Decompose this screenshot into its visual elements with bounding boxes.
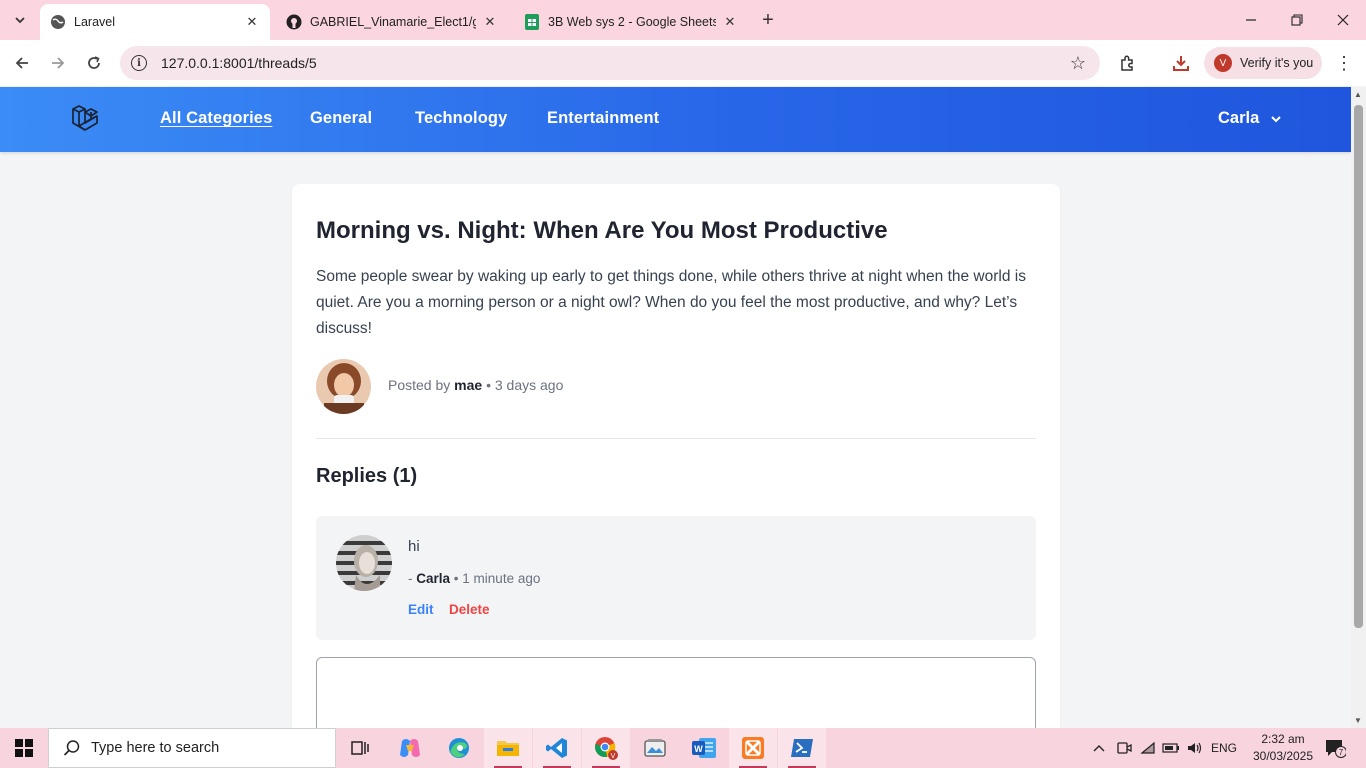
svg-text:W: W (694, 744, 703, 754)
reload-icon[interactable] (82, 51, 106, 75)
url-text[interactable]: 127.0.0.1:8001/threads/5 (161, 55, 317, 71)
github-icon (286, 14, 302, 30)
close-window-icon[interactable] (1320, 0, 1366, 40)
tab-laravel[interactable]: Laravel ✕ (40, 4, 270, 40)
thread-title: Morning vs. Night: When Are You Most Pro… (316, 217, 888, 244)
tab-google-sheets[interactable]: 3B Web sys 2 - Google Sheets ✕ (514, 4, 748, 40)
meta-separator: • (453, 571, 459, 586)
notification-center-icon[interactable]: 7 (1324, 738, 1347, 758)
taskbar-clock[interactable]: 2:32 am 30/03/2025 (1248, 731, 1318, 765)
new-tab-plus-icon[interactable]: + (756, 8, 780, 32)
svg-text:V: V (611, 753, 616, 760)
scroll-up-icon[interactable]: ▲ (1354, 90, 1362, 99)
profile-avatar: V (1214, 54, 1232, 72)
replies-heading: Replies (1) (316, 465, 418, 487)
globe-icon (50, 14, 66, 30)
posted-by-label: Posted by (388, 377, 451, 393)
tab-title: 3B Web sys 2 - Google Sheets (548, 15, 716, 29)
tab-search-chevron-icon[interactable] (8, 8, 32, 32)
site-navbar: All Categories General Technology Entert… (0, 87, 1351, 152)
file-explorer-icon[interactable] (484, 728, 532, 768)
thread-author[interactable]: mae (454, 377, 482, 393)
reply-time: 1 minute ago (462, 571, 541, 586)
address-bar[interactable]: i 127.0.0.1:8001/threads/5 ☆ (120, 46, 1100, 80)
vscode-icon[interactable] (533, 728, 581, 768)
user-dropdown[interactable]: Carla (1218, 109, 1283, 128)
copilot-icon[interactable] (386, 728, 434, 768)
avatar[interactable] (336, 535, 392, 591)
reply-meta: - Carla • 1 minute ago (408, 571, 540, 586)
download-icon[interactable] (1169, 51, 1193, 75)
close-tab-icon[interactable]: ✕ (244, 14, 260, 30)
verify-label: Verify it's you (1240, 56, 1314, 70)
powershell-icon[interactable] (778, 728, 826, 768)
back-arrow-icon[interactable] (10, 51, 34, 75)
browser-tab-bar: Laravel ✕ GABRIEL_Vinamarie_Elect1/gab ✕… (0, 0, 1366, 40)
user-name: Carla (1218, 109, 1260, 127)
battery-icon[interactable] (1160, 728, 1182, 768)
tab-title: GABRIEL_Vinamarie_Elect1/gab (310, 15, 476, 29)
meta-separator: • (486, 377, 491, 393)
search-icon (63, 740, 80, 756)
word-icon[interactable]: W (680, 728, 728, 768)
photos-app-icon[interactable] (631, 728, 679, 768)
reply-prefix: - (408, 571, 417, 586)
language-indicator[interactable]: ENG (1208, 728, 1240, 768)
windows-start-icon[interactable] (0, 728, 48, 768)
thread-card: Morning vs. Night: When Are You Most Pro… (292, 184, 1060, 768)
tab-title: Laravel (74, 15, 115, 29)
edit-reply-button[interactable]: Edit (408, 602, 434, 617)
close-tab-icon[interactable]: ✕ (722, 14, 738, 30)
page-scrollbar[interactable]: ▲ ▼ (1351, 87, 1366, 728)
avatar[interactable] (316, 359, 371, 414)
nav-entertainment[interactable]: Entertainment (547, 109, 659, 128)
reply-text: hi (408, 538, 420, 555)
nav-technology[interactable]: Technology (415, 109, 507, 128)
chevron-up-icon[interactable] (1088, 728, 1110, 768)
xampp-icon[interactable] (729, 728, 777, 768)
verify-profile-button[interactable]: V Verify it's you (1204, 47, 1322, 79)
minimize-icon[interactable] (1228, 0, 1274, 40)
divider (316, 438, 1036, 439)
tab-github[interactable]: GABRIEL_Vinamarie_Elect1/gab ✕ (276, 4, 508, 40)
thread-body: Some people swear by waking up early to … (316, 268, 1026, 337)
notification-count: 7 (1339, 748, 1344, 757)
taskbar-search-input[interactable] (91, 740, 321, 756)
forward-arrow-icon[interactable] (46, 51, 70, 75)
thread-time: 3 days ago (494, 377, 564, 393)
nav-all-categories[interactable]: All Categories (160, 109, 272, 128)
clock-date: 30/03/2025 (1252, 749, 1314, 763)
delete-reply-button[interactable]: Delete (449, 602, 490, 617)
restore-icon[interactable] (1274, 0, 1320, 40)
edge-icon[interactable] (435, 728, 483, 768)
chrome-icon[interactable]: V (582, 728, 630, 768)
windows-taskbar: V W ENG 2:32 am 30/03/2025 7 (0, 728, 1366, 768)
clock-time: 2:32 am (1261, 732, 1305, 746)
taskbar-search[interactable] (48, 728, 336, 768)
nav-general[interactable]: General (310, 109, 372, 128)
scroll-down-icon[interactable]: ▼ (1354, 716, 1362, 725)
site-info-icon[interactable]: i (131, 55, 147, 71)
browser-menu-icon[interactable]: ⋮ (1334, 51, 1354, 75)
task-view-icon[interactable] (336, 728, 384, 768)
wifi-icon[interactable] (1137, 728, 1159, 768)
google-sheets-icon (524, 14, 540, 30)
chevron-down-icon (1271, 115, 1281, 122)
browser-toolbar: i 127.0.0.1:8001/threads/5 ☆ V Verify it… (0, 40, 1366, 86)
laravel-logo-icon[interactable] (70, 102, 104, 136)
bookmark-star-icon[interactable]: ☆ (1070, 53, 1086, 74)
volume-icon[interactable] (1183, 728, 1205, 768)
reply-author[interactable]: Carla (416, 571, 450, 586)
scrollbar-thumb[interactable] (1354, 105, 1363, 628)
meet-now-icon[interactable] (1113, 728, 1135, 768)
extensions-puzzle-icon[interactable] (1116, 51, 1140, 75)
close-tab-icon[interactable]: ✕ (482, 14, 498, 30)
thread-meta: Posted by mae • 3 days ago (388, 377, 563, 393)
reply-item: hi - Carla • 1 minute ago Edit Delete (316, 516, 1036, 640)
